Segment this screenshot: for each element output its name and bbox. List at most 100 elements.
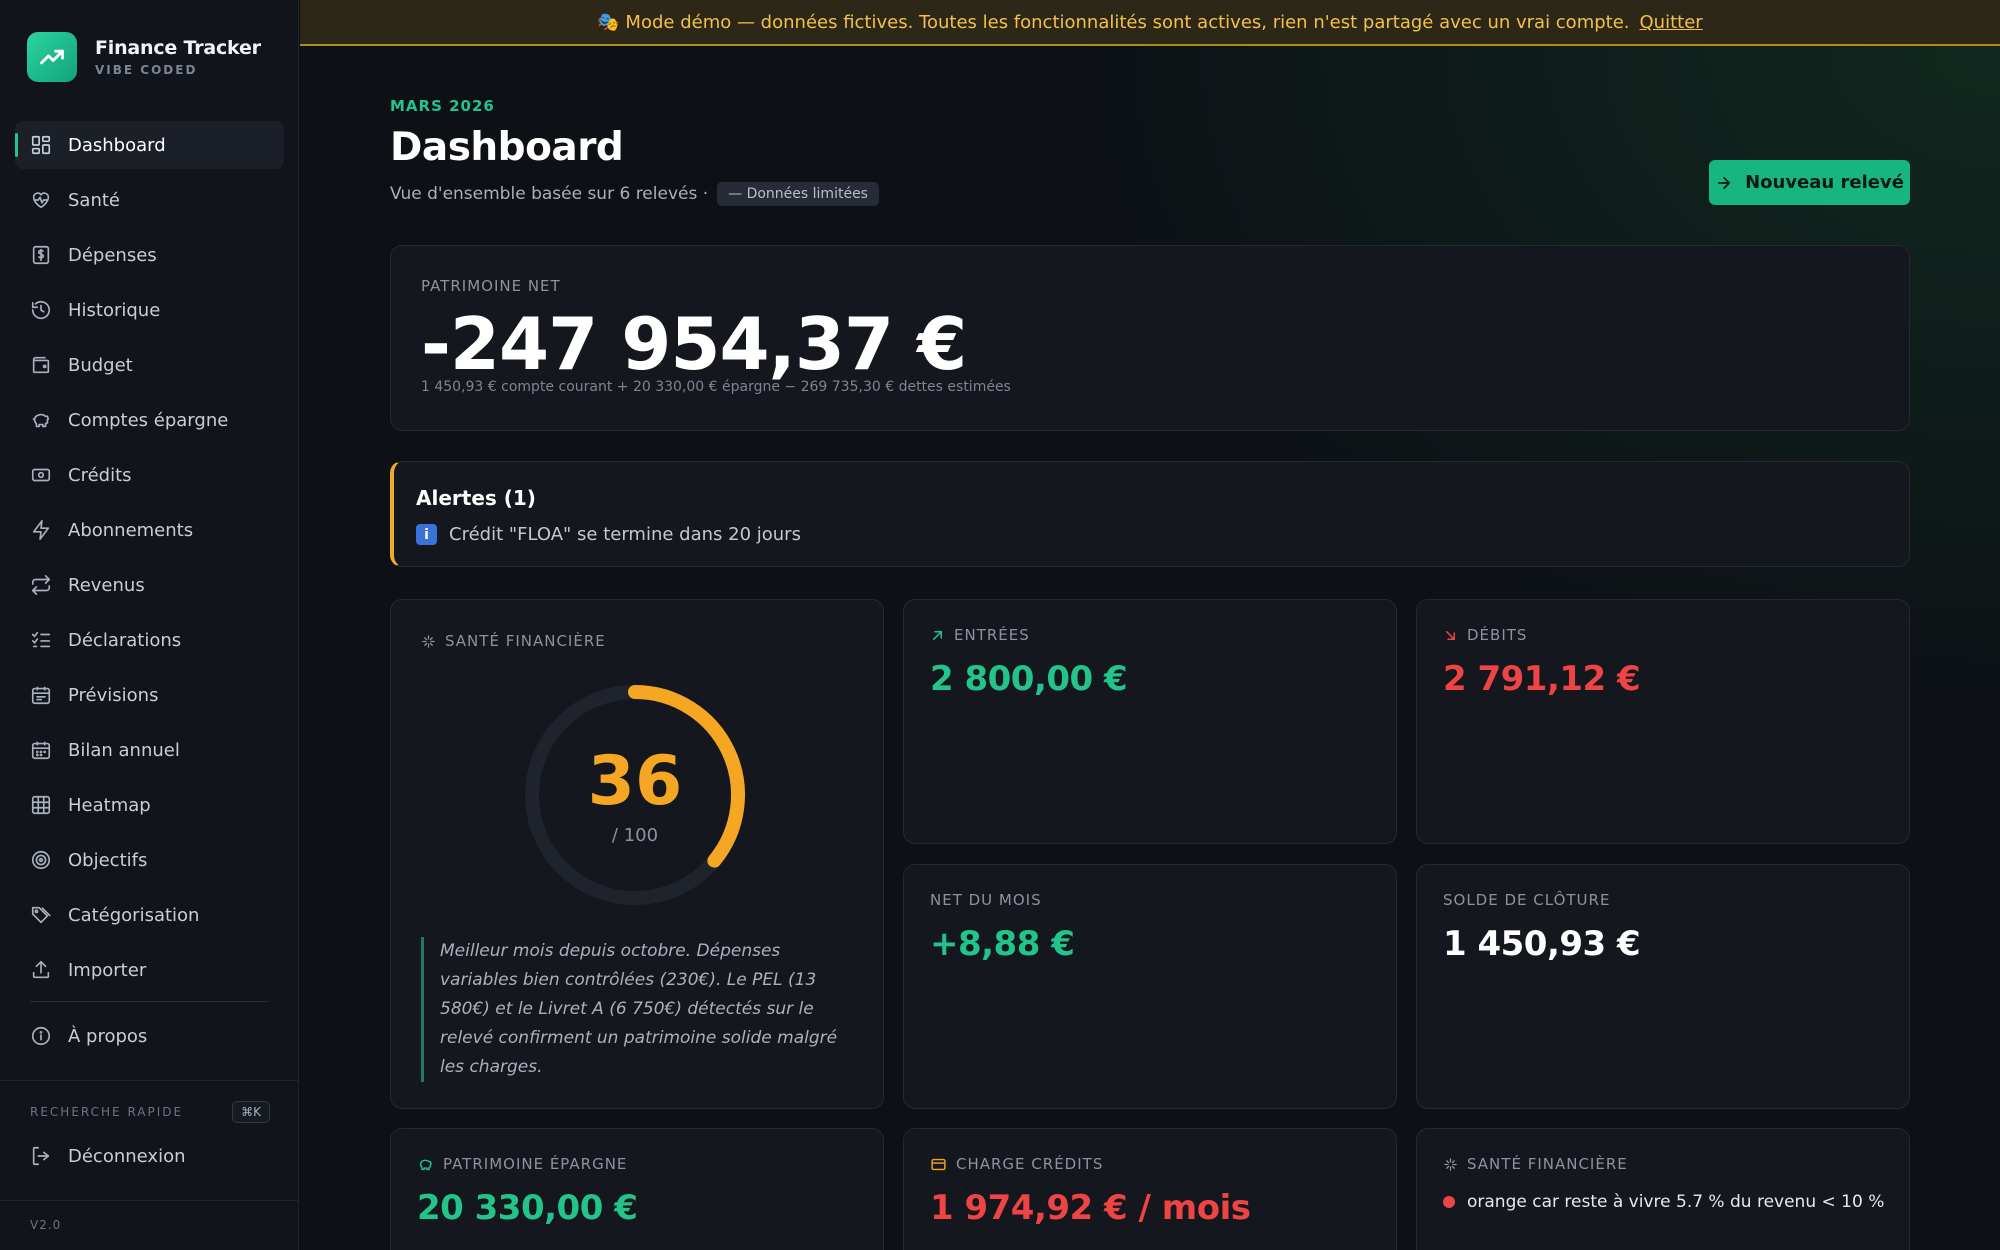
debits-label: DÉBITS xyxy=(1443,626,1527,644)
sidebar-item-label: Comptes épargne xyxy=(68,409,229,431)
sidebar-item-label: Catégorisation xyxy=(68,904,200,926)
networth-label: PATRIMOINE NET xyxy=(421,277,561,295)
monthly-net-label: NET DU MOIS xyxy=(930,891,1042,909)
logout-button[interactable]: Déconnexion xyxy=(30,1145,186,1167)
sidebar-item-dashboard[interactable]: Dashboard xyxy=(15,121,284,169)
credit-charge-label: CHARGE CRÉDITS xyxy=(930,1155,1103,1173)
sidebar-item-label: Objectifs xyxy=(68,849,148,871)
sidebar-item-historique[interactable]: Historique xyxy=(15,286,284,334)
sparkle-icon xyxy=(1444,1157,1457,1171)
savings-card: PATRIMOINE ÉPARGNE 20 330,00 € xyxy=(390,1128,884,1250)
sidebar-item-comptes-epargne[interactable]: Comptes épargne xyxy=(15,396,284,444)
wallet-icon xyxy=(30,354,52,376)
sidebar-item-label: Santé xyxy=(68,189,120,211)
repeat-icon xyxy=(30,574,52,596)
demo-banner-text: 🎭 Mode démo — données fictives. Toutes l… xyxy=(597,11,1630,33)
sidebar-item-label: Dépenses xyxy=(68,244,157,266)
new-statement-button[interactable]: Nouveau relevé xyxy=(1709,160,1910,205)
heart-pulse-icon xyxy=(30,189,52,211)
sidebar-item-label: Bilan annuel xyxy=(68,739,180,761)
quick-search-shortcut: ⌘K xyxy=(232,1101,270,1123)
sidebar-item-credits[interactable]: Crédits xyxy=(15,451,284,499)
sidebar-item-label: Déclarations xyxy=(68,629,182,651)
sidebar-item-depenses[interactable]: Dépenses xyxy=(15,231,284,279)
monthly-net-card: NET DU MOIS +8,88 € xyxy=(903,864,1397,1109)
period-label: MARS 2026 xyxy=(390,97,495,115)
financial-health-card: SANTÉ FINANCIÈRE 36 / 100 Meilleur mois … xyxy=(390,599,884,1109)
sidebar-item-categorisation[interactable]: Catégorisation xyxy=(15,891,284,939)
sidebar-divider xyxy=(0,1200,299,1201)
dashboard-icon xyxy=(30,134,52,156)
savings-label: PATRIMOINE ÉPARGNE xyxy=(417,1155,627,1173)
sidebar-item-label: Historique xyxy=(68,299,161,321)
sidebar: Finance Tracker VIBE CODED Dashboard San… xyxy=(0,0,299,1250)
financial-health-label: SANTÉ FINANCIÈRE xyxy=(421,632,606,650)
sidebar-item-bilan-annuel[interactable]: Bilan annuel xyxy=(15,726,284,774)
sidebar-item-label: Crédits xyxy=(68,464,132,486)
grid-icon xyxy=(30,794,52,816)
sidebar-item-label: Heatmap xyxy=(68,794,151,816)
sidebar-item-label: Budget xyxy=(68,354,133,376)
sidebar-item-label: Dashboard xyxy=(68,134,166,156)
closing-balance-card: SOLDE DE CLÔTURE 1 450,93 € xyxy=(1416,864,1910,1109)
sidebar-item-importer[interactable]: Importer xyxy=(15,946,284,994)
sidebar-item-heatmap[interactable]: Heatmap xyxy=(15,781,284,829)
app-version: V2.0 xyxy=(30,1218,62,1232)
financial-health-reason: orange car reste à vivre 5.7 % du revenu… xyxy=(1443,1192,1884,1212)
info-icon: i xyxy=(416,524,437,545)
brand-subtitle: VIBE CODED xyxy=(95,63,198,77)
sidebar-item-revenus[interactable]: Revenus xyxy=(15,561,284,609)
alert-item[interactable]: i Crédit "FLOA" se termine dans 20 jours xyxy=(416,524,801,545)
quit-demo-link[interactable]: Quitter xyxy=(1640,12,1703,33)
sidebar-item-budget[interactable]: Budget xyxy=(15,341,284,389)
debits-value: 2 791,12 € xyxy=(1443,659,1641,699)
dollar-receipt-icon xyxy=(30,244,52,266)
financial-health-summary-card: SANTÉ FINANCIÈRE orange car reste à vivr… xyxy=(1416,1128,1910,1250)
sidebar-divider xyxy=(30,1001,269,1002)
credit-card-icon xyxy=(931,1158,946,1170)
sidebar-item-previsions[interactable]: Prévisions xyxy=(15,671,284,719)
sidebar-item-abonnements[interactable]: Abonnements xyxy=(15,506,284,554)
financial-health-summary-label: SANTÉ FINANCIÈRE xyxy=(1443,1155,1628,1173)
networth-detail: 1 450,93 € compte courant + 20 330,00 € … xyxy=(421,379,1011,395)
arrow-right-icon xyxy=(1718,176,1731,189)
info-circle-icon xyxy=(30,1025,52,1047)
income-value: 2 800,00 € xyxy=(930,659,1128,699)
new-statement-label: Nouveau relevé xyxy=(1745,172,1904,193)
tags-icon xyxy=(30,904,52,926)
sidebar-item-sante[interactable]: Santé xyxy=(15,176,284,224)
page-subtitle: Vue d'ensemble basée sur 6 relevés · — D… xyxy=(390,182,879,206)
brand[interactable]: Finance Tracker VIBE CODED xyxy=(27,32,261,82)
sidebar-divider xyxy=(0,1080,299,1081)
calendar-grid-icon xyxy=(30,739,52,761)
sparkle-icon xyxy=(422,634,435,648)
main-content: MARS 2026 Dashboard Vue d'ensemble basée… xyxy=(300,46,2000,1250)
savings-value: 20 330,00 € xyxy=(417,1188,638,1228)
demo-banner: 🎭 Mode démo — données fictives. Toutes l… xyxy=(300,0,2000,46)
sidebar-item-label: Importer xyxy=(68,959,147,981)
sidebar-item-label: À propos xyxy=(68,1025,148,1047)
logout-icon xyxy=(30,1145,52,1167)
networth-card: PATRIMOINE NET -247 954,37 € 1 450,93 € … xyxy=(390,245,1910,431)
brand-name: Finance Tracker xyxy=(95,37,261,59)
lightning-icon xyxy=(30,519,52,541)
target-icon xyxy=(30,849,52,871)
logout-label: Déconnexion xyxy=(68,1145,186,1167)
sidebar-item-label: Revenus xyxy=(68,574,145,596)
piggy-bank-icon xyxy=(419,1159,432,1170)
alert-text: Crédit "FLOA" se termine dans 20 jours xyxy=(449,524,801,545)
limited-data-badge: — Données limitées xyxy=(717,182,879,206)
health-score-gauge: 36 / 100 xyxy=(520,680,750,910)
monthly-net-value: +8,88 € xyxy=(930,924,1075,964)
sidebar-item-a-propos[interactable]: À propos xyxy=(15,1012,284,1060)
quick-search-label: RECHERCHE RAPIDE xyxy=(30,1105,184,1119)
sidebar-item-objectifs[interactable]: Objectifs xyxy=(15,836,284,884)
banknote-icon xyxy=(30,464,52,486)
sidebar-item-label: Abonnements xyxy=(68,519,194,541)
quick-search[interactable]: RECHERCHE RAPIDE ⌘K xyxy=(30,1101,270,1123)
sidebar-item-declarations[interactable]: Déclarations xyxy=(15,616,284,664)
alerts-title: Alertes (1) xyxy=(416,486,536,510)
health-comment: Meilleur mois depuis octobre. Dépenses v… xyxy=(421,937,857,1082)
arrow-up-right-icon xyxy=(933,630,942,640)
closing-balance-label: SOLDE DE CLÔTURE xyxy=(1443,891,1611,909)
